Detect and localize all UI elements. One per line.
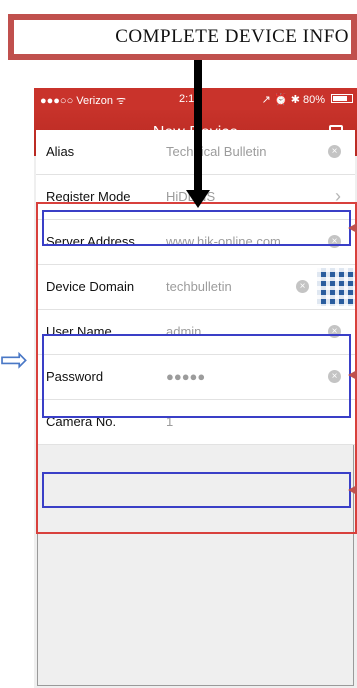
clear-icon[interactable]: ×: [328, 145, 341, 158]
annotation-side-arrow-icon: ⇨: [0, 341, 29, 379]
annotation-pointer: [348, 223, 357, 233]
annotation-arrow-head: [186, 190, 210, 208]
annotation-credentials-highlight: [42, 334, 351, 418]
battery-icon: [331, 94, 353, 103]
annotation-pointer: [348, 485, 357, 495]
banner-text: COMPLETE DEVICE INFO: [115, 26, 349, 47]
carrier-signal: ●●●○○ Verizon ᯤ: [40, 95, 127, 107]
annotation-pointer: [348, 370, 357, 380]
battery-fill: [333, 96, 348, 101]
annotation-alias-highlight: [42, 210, 351, 246]
annotation-camera-highlight: [42, 472, 351, 508]
alias-input[interactable]: Technical Bulletin: [166, 144, 266, 159]
annotation-banner: COMPLETE DEVICE INFO: [8, 14, 357, 60]
annotation-arrow-shaft: [194, 60, 202, 193]
status-indicators: ↗ ⏰ ✱ 80%: [261, 94, 325, 106]
alias-label: Alias: [46, 144, 75, 159]
